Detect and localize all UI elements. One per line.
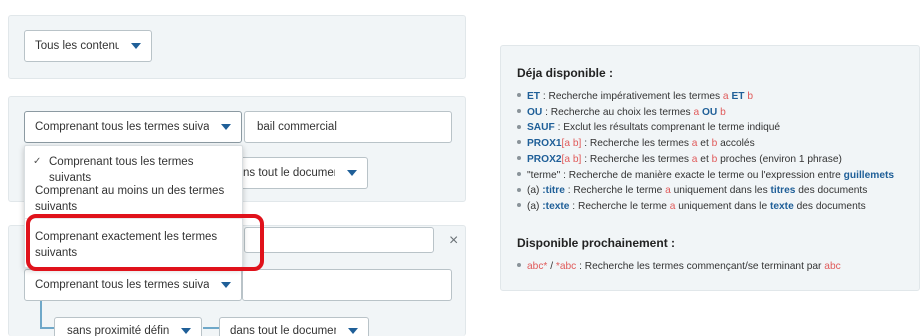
content-type-select[interactable]: Tous les contenus [24,30,152,62]
list-item: "terme" : Recherche de manière exacte le… [517,168,894,184]
terms-mode-2-select-label: Comprenant tous les termes suivants [35,279,209,291]
search-terms-3-input[interactable] [242,269,452,301]
chevron-down-icon [181,328,191,334]
available-heading: Déja disponible : [517,66,614,80]
upcoming-list: abc* / *abc : Recherche les termes comme… [517,259,841,275]
tree-connector [40,301,42,328]
list-item: abc* / *abc : Recherche les termes comme… [517,259,841,275]
tree-connector [40,327,54,329]
dropdown-option-label: Comprenant au moins un des termes [35,185,225,197]
content-type-select-label: Tous les contenus [35,40,119,52]
chevron-down-icon [131,43,141,49]
scope-select-label: ns tout le document [243,167,335,179]
operators-help-panel: Déja disponible : ET : Recherche impérat… [500,45,920,291]
list-item: PROX1[a b] : Recherche les termes a et b… [517,136,894,152]
chevron-down-icon [221,282,231,288]
scope-2-select-label: dans tout le document [230,325,336,336]
proximity-select-label: sans proximité définie [67,325,169,336]
list-item: SAUF : Exclut les résultats comprenant l… [517,120,894,136]
chevron-down-icon [348,328,358,334]
list-item: (a) :titre : Recherche le terme a unique… [517,183,894,199]
proximity-select[interactable]: sans proximité définie [54,317,202,336]
close-icon[interactable]: × [449,233,458,249]
list-item: (a) :texte : Recherche le terme a unique… [517,199,894,215]
dropdown-option-any-term[interactable]: Comprenant au moins un des termes suivan… [25,183,242,215]
dropdown-option-label: Comprenant tous les termes suivants [49,156,194,184]
chevron-down-icon [347,170,357,176]
search-terms-input[interactable]: bail commercial [244,111,452,143]
search-terms-2-input[interactable] [244,227,434,253]
upcoming-heading: Disponible prochainement : [517,236,676,250]
search-terms-value: bail commercial [257,121,337,133]
chevron-down-icon [221,124,231,130]
check-icon: ✓ [33,156,42,167]
highlight-box [26,214,264,271]
dropdown-option-all-terms[interactable]: ✓ Comprenant tous les termes suivants [25,154,242,186]
terms-mode-select-label: Comprenant tous les termes suivants [35,121,209,133]
list-item: ET : Recherche impérativement les termes… [517,89,894,105]
dropdown-option-label: suivants [35,201,78,213]
terms-mode-2-select[interactable]: Comprenant tous les termes suivants [24,269,242,301]
scope-2-select[interactable]: dans tout le document [219,317,369,336]
operators-list: ET : Recherche impérativement les termes… [517,89,894,215]
list-item: OU : Recherche au choix les termes a OU … [517,105,894,121]
terms-mode-select[interactable]: Comprenant tous les termes suivants [24,111,242,143]
list-item: PROX2[a b] : Recherche les termes a et b… [517,152,894,168]
tree-connector [203,327,219,329]
